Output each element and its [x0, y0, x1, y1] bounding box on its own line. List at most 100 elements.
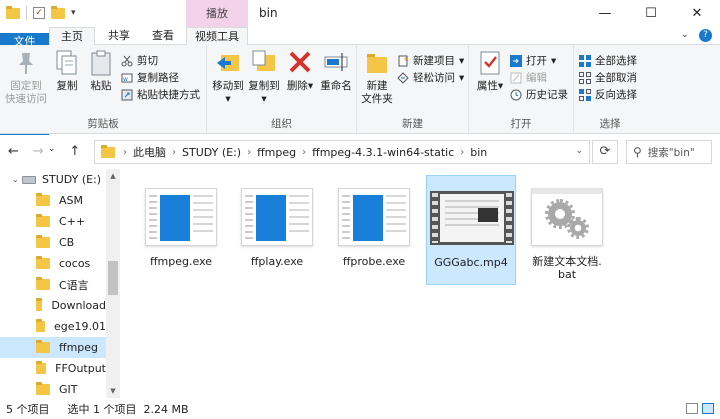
search-input[interactable]: 搜索"bin" — [648, 145, 695, 160]
nav-item-c-language[interactable]: C语言 — [0, 274, 106, 295]
exe-file-icon — [241, 188, 313, 246]
breadcrumb-bin[interactable]: bin — [470, 146, 487, 159]
tab-view[interactable]: 查看 — [141, 27, 185, 45]
address-bar[interactable]: › 此电脑 › STUDY (E:) › ffmpeg › ffmpeg-4.3… — [94, 140, 590, 164]
breadcrumb-separator[interactable]: › — [302, 147, 306, 158]
rename-button[interactable]: 重命名 — [317, 49, 355, 93]
file-item-ffprobe[interactable]: ffprobe.exe — [329, 175, 419, 285]
scroll-up-icon[interactable]: ▲ — [106, 172, 120, 180]
nav-item-cb[interactable]: CB — [0, 232, 106, 253]
bat-gear-icon — [531, 188, 603, 246]
tab-share[interactable]: 共享 — [97, 27, 141, 45]
forward-arrow-icon[interactable]: → — [33, 144, 44, 159]
select-all-button[interactable]: 全部选择 — [579, 52, 637, 69]
nav-item-ege[interactable]: ege19.01 — [0, 316, 106, 337]
nav-item-label: C++ — [59, 215, 86, 228]
breadcrumb-separator[interactable]: › — [123, 147, 127, 158]
search-box[interactable]: ⚲ 搜索"bin" — [626, 140, 712, 164]
properties-check-icon[interactable]: ✓ — [33, 7, 45, 19]
scroll-down-icon[interactable]: ▼ — [106, 387, 120, 395]
invert-selection-button[interactable]: 反向选择 — [579, 86, 637, 103]
history-button[interactable]: 历史记录 — [510, 86, 568, 103]
copy-path-button[interactable]: w 复制路径 — [121, 69, 179, 86]
move-to-text: 移动到 — [212, 80, 244, 92]
nav-item-cpp[interactable]: C++ — [0, 211, 106, 232]
nav-scrollbar[interactable]: ▲ ▼ — [106, 169, 120, 398]
file-item-bat[interactable]: 新建文本文档. bat — [522, 175, 612, 285]
file-name: GGGabc.mp4 — [434, 256, 508, 269]
up-arrow-icon[interactable]: ↑ — [69, 144, 80, 159]
status-bar: 5 个项目 选中 1 个项目 2.24 MB — [0, 398, 720, 419]
file-name: ffmpeg.exe — [149, 255, 213, 268]
recent-locations-icon[interactable]: ⌄ — [48, 144, 56, 159]
invert-selection-label: 反向选择 — [595, 89, 637, 101]
delete-button[interactable]: 删除▾ — [286, 49, 314, 93]
breadcrumb-ffmpeg-static[interactable]: ffmpeg-4.3.1-win64-static — [312, 146, 454, 159]
nav-item-ffmpeg[interactable]: ffmpeg — [0, 337, 106, 358]
easy-access-button[interactable]: 轻松访问 ▾ — [397, 69, 464, 86]
tab-home[interactable]: 主页 — [49, 27, 95, 46]
expand-chevron-icon[interactable]: ⌄ — [12, 175, 19, 184]
nav-item-cocos[interactable]: cocos — [0, 253, 106, 274]
folder-icon — [36, 382, 50, 395]
breadcrumb-ffmpeg[interactable]: ffmpeg — [257, 146, 296, 159]
file-item-ffplay[interactable]: ffplay.exe — [232, 175, 322, 285]
customize-qat-icon[interactable]: ▾ — [71, 8, 76, 18]
nav-item-download[interactable]: Download — [0, 295, 106, 316]
new-folder-icon[interactable] — [51, 5, 65, 19]
copy-to-text: 复制到 — [248, 80, 280, 92]
nav-item-git[interactable]: GIT — [0, 379, 106, 400]
breadcrumb-separator[interactable]: › — [247, 147, 251, 158]
refresh-button[interactable]: ⟳ — [592, 140, 618, 164]
select-none-button[interactable]: 全部取消 — [579, 69, 637, 86]
rename-label: 重命名 — [320, 80, 352, 92]
scroll-thumb[interactable] — [108, 261, 118, 295]
close-button[interactable]: ✕ — [674, 0, 720, 27]
pin-quick-access-button[interactable]: 固定到 快速访问 — [4, 49, 48, 106]
move-to-button[interactable]: 移动到▾ — [210, 49, 246, 106]
exe-file-icon — [145, 188, 217, 246]
details-view-icon[interactable] — [686, 403, 698, 414]
maximize-button[interactable]: ☐ — [628, 0, 674, 27]
tab-play[interactable]: 播放 — [186, 0, 248, 27]
edit-icon — [510, 72, 522, 84]
paste-shortcut-button[interactable]: 粘贴快捷方式 — [121, 86, 200, 103]
breadcrumb-study-drive[interactable]: STUDY (E:) — [182, 146, 241, 159]
paste-button[interactable]: 粘贴 — [86, 49, 116, 93]
quick-access-toolbar: ✓ ▾ — [6, 5, 76, 20]
copy-button[interactable]: 复制 — [50, 49, 84, 93]
minimize-button[interactable]: — — [582, 0, 628, 27]
nav-item-ffoutput[interactable]: FFOutput — [0, 358, 106, 379]
large-icons-view-icon[interactable] — [702, 403, 714, 414]
ribbon-expand-icon[interactable]: ⌄ — [681, 29, 689, 42]
address-dropdown-icon[interactable]: ⌄ — [575, 146, 583, 156]
copy-to-button[interactable]: 复制到▾ — [246, 49, 282, 106]
nav-item-asm[interactable]: ASM — [0, 190, 106, 211]
new-item-label: 新建项目 — [413, 55, 455, 67]
clipboard-group-label: 剪贴板 — [87, 118, 119, 130]
navigation-pane: ⌄ STUDY (E:) ASM C++ CB cocos C语言 Downlo… — [0, 169, 122, 398]
new-item-button[interactable]: 新建项目 ▾ — [397, 52, 464, 69]
properties-button[interactable]: 属性▾ — [473, 49, 507, 93]
file-item-gggabc[interactable]: GGGabc.mp4 — [426, 175, 516, 285]
delete-text: 删除 — [286, 80, 308, 92]
nav-item-label: ffmpeg — [59, 341, 99, 354]
back-arrow-icon[interactable]: ← — [8, 144, 19, 159]
help-icon[interactable]: ? — [699, 29, 712, 42]
breadcrumb-this-pc[interactable]: 此电脑 — [133, 144, 166, 160]
file-item-ffmpeg[interactable]: ffmpeg.exe — [136, 175, 226, 285]
open-label: 打开 — [526, 55, 547, 67]
new-folder-button[interactable]: 新建 文件夹 — [360, 49, 394, 106]
breadcrumb-separator[interactable]: › — [172, 147, 176, 158]
nav-item-label: C语言 — [59, 278, 89, 292]
folder-icon — [36, 361, 47, 374]
edit-button[interactable]: 编辑 — [510, 69, 547, 86]
open-button[interactable]: 打开 ▾ — [510, 52, 556, 69]
select-group-label: 选择 — [599, 118, 621, 130]
breadcrumb-separator[interactable]: › — [460, 147, 464, 158]
tab-video-tools[interactable]: 视频工具 — [186, 27, 248, 45]
easy-access-dropdown: ▾ — [459, 71, 465, 84]
nav-item-drive[interactable]: ⌄ STUDY (E:) — [0, 169, 106, 190]
drive-icon — [22, 175, 36, 184]
cut-button[interactable]: 剪切 — [121, 52, 158, 69]
